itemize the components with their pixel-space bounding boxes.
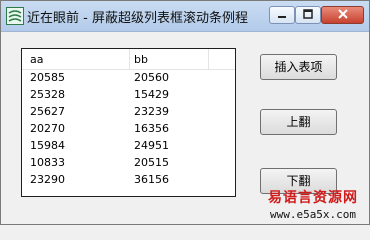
- site-watermark: 易语言资源网 www.e5a5x.com: [259, 187, 367, 223]
- list-header: aa bb: [22, 49, 235, 70]
- app-window: 近在眼前 - 屏蔽超级列表框滚动条例程 aa bb 20585 20560 25…: [0, 0, 370, 225]
- app-icon: [6, 7, 24, 25]
- list-row[interactable]: 25328 15429: [22, 87, 235, 103]
- close-icon: [337, 9, 348, 19]
- column-header-bb[interactable]: bb: [134, 53, 148, 66]
- list-row[interactable]: 20270 16356: [22, 121, 235, 137]
- cell-bb: 24951: [134, 139, 169, 152]
- cell-bb: 20560: [134, 71, 169, 84]
- cell-aa: 20270: [30, 122, 65, 135]
- column-separator[interactable]: [208, 49, 209, 69]
- list-row[interactable]: 23290 36156: [22, 172, 235, 188]
- maximize-button[interactable]: [295, 6, 321, 24]
- list-row[interactable]: 25627 23239: [22, 104, 235, 120]
- cell-bb: 36156: [134, 173, 169, 186]
- window-title: 近在眼前 - 屏蔽超级列表框滚动条例程: [27, 11, 248, 26]
- title-bar[interactable]: 近在眼前 - 屏蔽超级列表框滚动条例程: [1, 1, 369, 32]
- super-list-box[interactable]: aa bb 20585 20560 25328 15429 25627 2323…: [21, 48, 236, 197]
- cell-bb: 16356: [134, 122, 169, 135]
- maximize-icon: [303, 9, 313, 19]
- column-separator[interactable]: [129, 49, 130, 69]
- page-up-button[interactable]: 上翻: [260, 109, 337, 135]
- list-row[interactable]: 15984 24951: [22, 138, 235, 154]
- cell-aa: 20585: [30, 71, 65, 84]
- watermark-url: www.e5a5x.com: [269, 208, 357, 221]
- cell-aa: 23290: [30, 173, 65, 186]
- minimize-icon: [278, 16, 286, 18]
- close-button[interactable]: [321, 6, 364, 24]
- list-row[interactable]: 10833 20515: [22, 155, 235, 171]
- cell-bb: 15429: [134, 88, 169, 101]
- list-row[interactable]: 20585 20560: [22, 70, 235, 86]
- cell-bb: 23239: [134, 105, 169, 118]
- insert-item-button[interactable]: 插入表项: [260, 54, 337, 80]
- cell-aa: 25328: [30, 88, 65, 101]
- watermark-site-name: 易语言资源网: [268, 190, 358, 206]
- column-header-aa[interactable]: aa: [30, 53, 43, 66]
- cell-aa: 15984: [30, 139, 65, 152]
- minimize-button[interactable]: [269, 6, 295, 24]
- cell-aa: 10833: [30, 156, 65, 169]
- cell-bb: 20515: [134, 156, 169, 169]
- cell-aa: 25627: [30, 105, 65, 118]
